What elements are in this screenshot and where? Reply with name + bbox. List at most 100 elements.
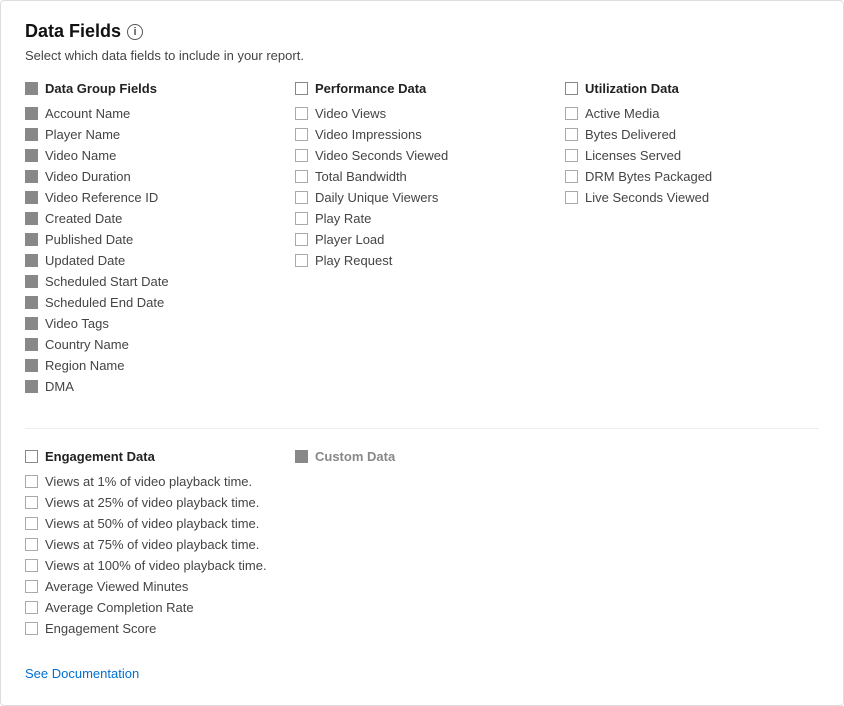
- field-label: Published Date: [45, 232, 133, 247]
- field-label: Video Tags: [45, 316, 109, 331]
- field-checkbox[interactable]: [25, 517, 38, 530]
- data-group-header: Data Group Fields: [25, 81, 279, 96]
- list-item: Video Duration: [25, 169, 279, 184]
- field-checkbox[interactable]: [25, 254, 38, 267]
- list-item: Views at 25% of video playback time.: [25, 495, 279, 510]
- field-label: Licenses Served: [585, 148, 681, 163]
- field-label: Views at 25% of video playback time.: [45, 495, 259, 510]
- field-checkbox[interactable]: [25, 212, 38, 225]
- field-label: Engagement Score: [45, 621, 156, 636]
- field-label: Play Request: [315, 253, 392, 268]
- list-item: Play Request: [295, 253, 549, 268]
- field-label: Video Views: [315, 106, 386, 121]
- list-item: Average Completion Rate: [25, 600, 279, 615]
- field-label: Video Reference ID: [45, 190, 158, 205]
- list-item: Region Name: [25, 358, 279, 373]
- data-group-checkbox[interactable]: [25, 82, 38, 95]
- field-checkbox[interactable]: [565, 191, 578, 204]
- field-label: Average Completion Rate: [45, 600, 194, 615]
- field-checkbox[interactable]: [295, 149, 308, 162]
- list-item: Video Views: [295, 106, 549, 121]
- field-checkbox[interactable]: [295, 254, 308, 267]
- field-checkbox[interactable]: [565, 107, 578, 120]
- list-item: Published Date: [25, 232, 279, 247]
- field-checkbox[interactable]: [25, 338, 38, 351]
- list-item: Average Viewed Minutes: [25, 579, 279, 594]
- field-label: Bytes Delivered: [585, 127, 676, 142]
- engagement-data-section: Engagement Data Views at 1% of video pla…: [25, 449, 295, 642]
- page-title: Data Fields i: [25, 21, 819, 42]
- field-checkbox[interactable]: [25, 359, 38, 372]
- field-label: Player Name: [45, 127, 120, 142]
- field-label: Country Name: [45, 337, 129, 352]
- field-label: Active Media: [585, 106, 659, 121]
- list-item: Video Name: [25, 148, 279, 163]
- field-label: Play Rate: [315, 211, 371, 226]
- field-label: Daily Unique Viewers: [315, 190, 438, 205]
- field-checkbox[interactable]: [565, 128, 578, 141]
- field-checkbox[interactable]: [565, 170, 578, 183]
- field-checkbox[interactable]: [25, 296, 38, 309]
- list-item: Updated Date: [25, 253, 279, 268]
- section-divider: [25, 428, 819, 429]
- field-label: Views at 100% of video playback time.: [45, 558, 267, 573]
- engagement-data-label: Engagement Data: [45, 449, 155, 464]
- list-item: Licenses Served: [565, 148, 819, 163]
- field-checkbox[interactable]: [25, 559, 38, 572]
- field-checkbox[interactable]: [565, 149, 578, 162]
- field-checkbox[interactable]: [25, 149, 38, 162]
- field-checkbox[interactable]: [25, 128, 38, 141]
- performance-data-header: Performance Data: [295, 81, 549, 96]
- field-label: Scheduled End Date: [45, 295, 164, 310]
- list-item: Video Seconds Viewed: [295, 148, 549, 163]
- field-checkbox[interactable]: [295, 233, 308, 246]
- list-item: Video Impressions: [295, 127, 549, 142]
- data-group-fields-section: Data Group Fields Account Name Player Na…: [25, 81, 295, 400]
- performance-data-label: Performance Data: [315, 81, 426, 96]
- field-label: DMA: [45, 379, 74, 394]
- field-checkbox[interactable]: [25, 191, 38, 204]
- utilization-data-label: Utilization Data: [585, 81, 679, 96]
- field-label: Created Date: [45, 211, 122, 226]
- list-item: Views at 75% of video playback time.: [25, 537, 279, 552]
- field-checkbox[interactable]: [25, 622, 38, 635]
- field-checkbox[interactable]: [25, 380, 38, 393]
- field-label: Video Impressions: [315, 127, 422, 142]
- list-item: Created Date: [25, 211, 279, 226]
- custom-data-section: Custom Data: [295, 449, 565, 642]
- list-item: Video Tags: [25, 316, 279, 331]
- list-item: Scheduled End Date: [25, 295, 279, 310]
- field-label: Views at 50% of video playback time.: [45, 516, 259, 531]
- custom-data-checkbox[interactable]: [295, 450, 308, 463]
- field-checkbox[interactable]: [25, 475, 38, 488]
- field-checkbox[interactable]: [25, 538, 38, 551]
- field-checkbox[interactable]: [25, 107, 38, 120]
- field-checkbox[interactable]: [295, 170, 308, 183]
- field-checkbox[interactable]: [25, 170, 38, 183]
- utilization-data-header: Utilization Data: [565, 81, 819, 96]
- field-checkbox[interactable]: [295, 107, 308, 120]
- engagement-data-checkbox[interactable]: [25, 450, 38, 463]
- field-checkbox[interactable]: [295, 191, 308, 204]
- list-item: Live Seconds Viewed: [565, 190, 819, 205]
- list-item: Total Bandwidth: [295, 169, 549, 184]
- field-label: Total Bandwidth: [315, 169, 407, 184]
- engagement-section: Engagement Data Views at 1% of video pla…: [25, 449, 819, 642]
- field-checkbox[interactable]: [25, 317, 38, 330]
- list-item: Engagement Score: [25, 621, 279, 636]
- see-documentation-link[interactable]: See Documentation: [25, 666, 139, 681]
- field-label: Region Name: [45, 358, 125, 373]
- field-label: Player Load: [315, 232, 384, 247]
- field-checkbox[interactable]: [25, 601, 38, 614]
- field-checkbox[interactable]: [25, 275, 38, 288]
- info-icon[interactable]: i: [127, 24, 143, 40]
- performance-data-checkbox[interactable]: [295, 82, 308, 95]
- field-checkbox[interactable]: [25, 496, 38, 509]
- utilization-data-checkbox[interactable]: [565, 82, 578, 95]
- field-checkbox[interactable]: [25, 580, 38, 593]
- field-checkbox[interactable]: [295, 212, 308, 225]
- field-label: Live Seconds Viewed: [585, 190, 709, 205]
- field-checkbox[interactable]: [25, 233, 38, 246]
- field-checkbox[interactable]: [295, 128, 308, 141]
- list-item: DMA: [25, 379, 279, 394]
